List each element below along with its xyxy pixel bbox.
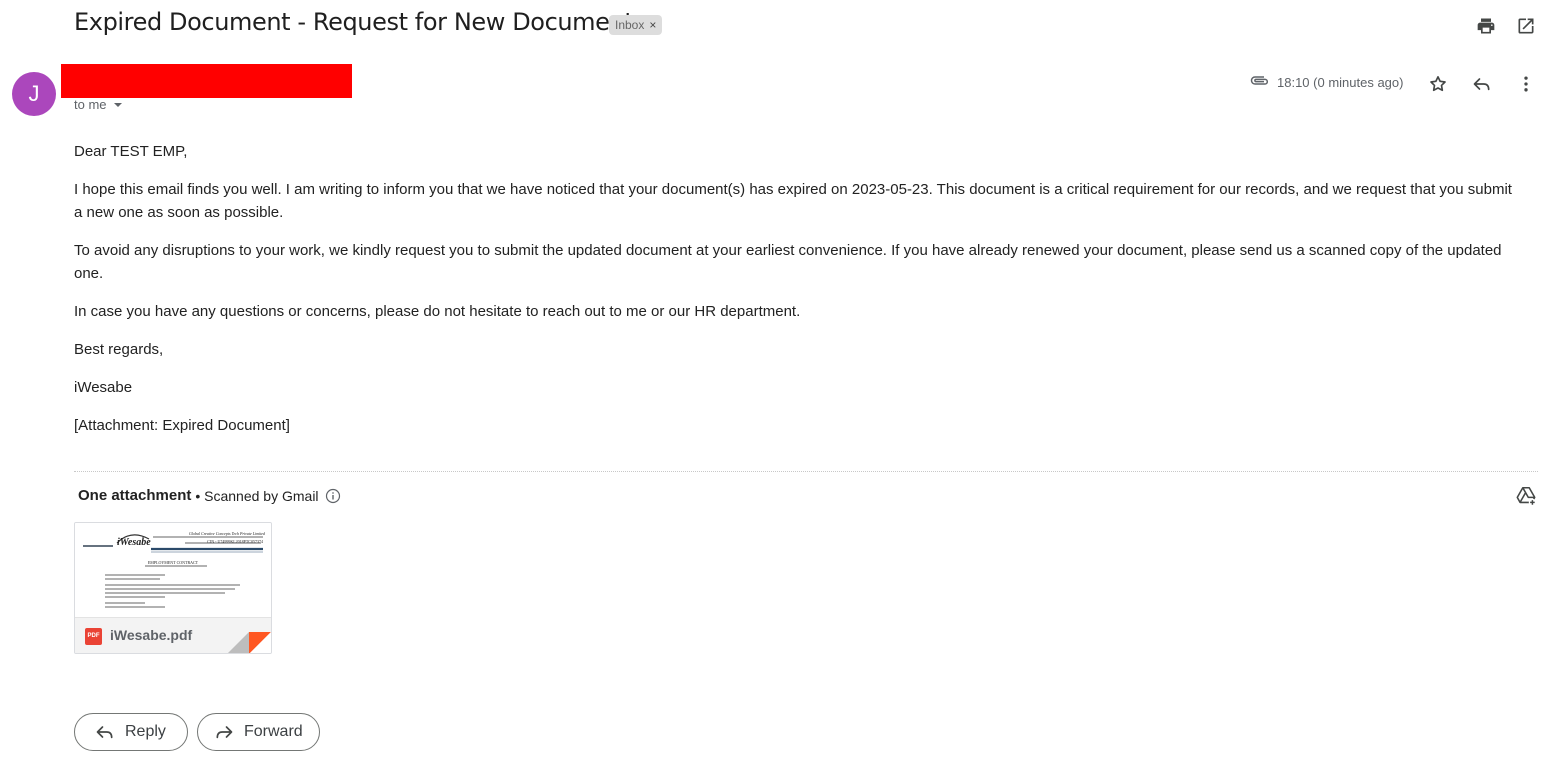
attachment-preview: iWesabe Global Creative Concepts Tech Pr… — [75, 523, 271, 617]
attachment-filename: iWesabe.pdf — [110, 627, 193, 643]
reply-button[interactable]: Reply — [74, 713, 188, 751]
body-paragraph: Dear TEST EMP, — [74, 143, 188, 160]
body-paragraph: I hope this email finds you well. I am w… — [74, 181, 1512, 221]
remove-label-icon[interactable]: × — [649, 15, 656, 35]
preview-heading: EMPLOYMENT CONTRACT — [147, 560, 199, 565]
add-to-drive-icon[interactable] — [1512, 482, 1540, 510]
scan-status: • Scanned by Gmail — [195, 487, 319, 504]
body-paragraph: iWesabe — [74, 379, 133, 396]
info-icon[interactable] — [325, 488, 341, 504]
attachments-header: One attachment • Scanned by Gmail — [78, 487, 341, 504]
reply-icon — [96, 726, 113, 739]
recipient-label: to me — [74, 97, 107, 112]
attachment-card[interactable]: iWesabe Global Creative Concepts Tech Pr… — [74, 522, 272, 654]
body-paragraph: Best regards, — [74, 341, 164, 358]
preview-cin: CIN - U74999KL2018PTC057374 — [207, 539, 263, 544]
star-icon[interactable] — [1424, 70, 1452, 98]
label-text: Inbox — [615, 18, 645, 32]
reply-button-label: Reply — [125, 723, 166, 740]
forward-button-label: Forward — [244, 723, 303, 740]
more-vert-icon[interactable] — [1512, 70, 1540, 98]
preview-company: Global Creative Concepts Tech Private Li… — [188, 531, 265, 536]
body-paragraph: To avoid any disruptions to your work, w… — [74, 242, 1502, 282]
pdf-icon: PDF — [85, 628, 102, 645]
attachments-divider — [74, 471, 1538, 472]
attachment-count: One attachment — [78, 487, 192, 504]
avatar[interactable]: J — [12, 72, 56, 116]
email-body: Dear TEST EMP, I hope this email finds y… — [74, 140, 1514, 452]
reply-icon[interactable] — [1468, 70, 1496, 98]
email-subject: Expired Document - Request for New Docum… — [74, 8, 634, 36]
chevron-down-icon — [113, 102, 122, 107]
body-paragraph: [Attachment: Expired Document] — [74, 417, 290, 434]
sender-name-redacted — [61, 64, 352, 98]
attachment-footer: PDF iWesabe.pdf — [75, 617, 271, 653]
recipient-dropdown[interactable]: to me — [74, 97, 123, 112]
page-curl-icon — [228, 632, 271, 653]
inbox-label-chip[interactable]: Inbox × — [609, 15, 663, 35]
forward-icon — [216, 726, 233, 739]
email-timestamp: 18:10 (0 minutes ago) — [1277, 75, 1404, 90]
attachment-icon — [1250, 74, 1270, 93]
open-new-window-icon[interactable] — [1512, 12, 1540, 40]
preview-logo: iWesabe — [117, 537, 151, 548]
print-icon[interactable] — [1472, 12, 1500, 40]
body-paragraph: In case you have any questions or concer… — [74, 303, 801, 320]
forward-button[interactable]: Forward — [197, 713, 320, 751]
